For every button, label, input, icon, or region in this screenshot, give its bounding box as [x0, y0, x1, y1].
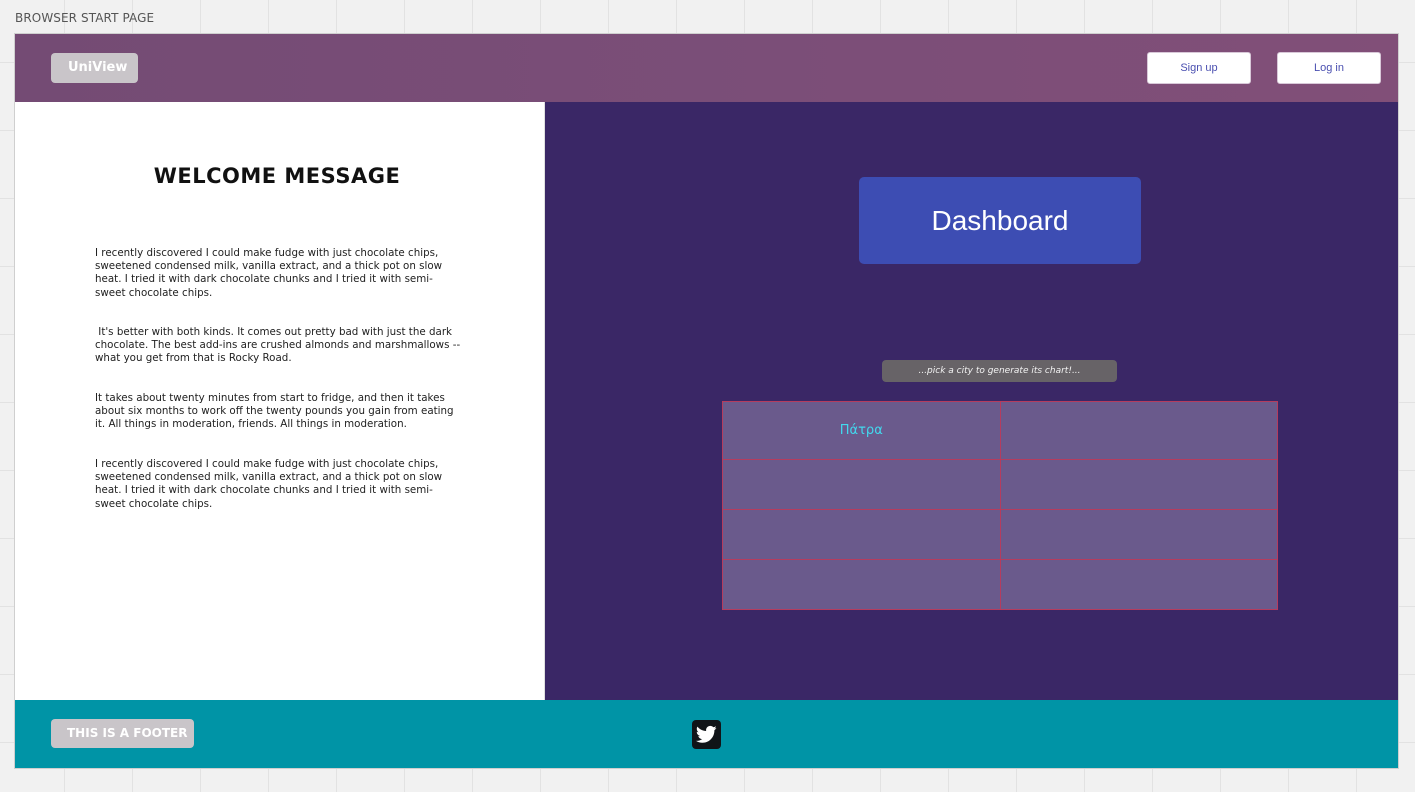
login-button[interactable]: Log in [1277, 52, 1381, 84]
city-cell[interactable] [999, 459, 1279, 510]
dashboard-panel: Dashboard ...pick a city to generate its… [545, 102, 1398, 700]
dashboard-button[interactable]: Dashboard [859, 177, 1141, 264]
city-cell[interactable]: Πάτρα [722, 401, 1001, 460]
footer-bar: THIS IS A FOOTER [15, 700, 1398, 768]
city-cell[interactable] [722, 509, 1001, 560]
welcome-paragraph: I recently discovered I could make fudge… [95, 458, 443, 510]
city-cell[interactable] [999, 509, 1279, 560]
signup-button[interactable]: Sign up [1147, 52, 1251, 84]
welcome-paragraph: It's better with both kinds. It comes ou… [95, 326, 464, 365]
twitter-icon[interactable] [692, 720, 721, 749]
footer-label: THIS IS A FOOTER [51, 719, 194, 748]
city-table: Πάτρα [722, 401, 1279, 610]
welcome-title: WELCOME MESSAGE [153, 164, 401, 188]
table-row: Πάτρα [722, 401, 1279, 460]
welcome-paragraph: It takes about twenty minutes from start… [95, 392, 454, 431]
browser-start-page: UniView Sign up Log in WELCOME MESSAGE I… [14, 33, 1399, 769]
welcome-paragraph: I recently discovered I could make fudge… [95, 247, 443, 299]
header-bar: UniView Sign up Log in [15, 34, 1398, 102]
city-cell[interactable] [999, 401, 1279, 460]
table-row [722, 559, 1279, 610]
city-cell[interactable] [722, 559, 1001, 610]
table-row [722, 459, 1279, 510]
uniview-logo-button[interactable]: UniView [51, 53, 138, 83]
city-cell[interactable] [722, 459, 1001, 510]
frame-title: BROWSER START PAGE [15, 11, 155, 25]
table-row [722, 509, 1279, 560]
city-hint-label: ...pick a city to generate its chart!... [882, 360, 1117, 382]
twitter-bird-icon [696, 725, 717, 743]
welcome-panel: WELCOME MESSAGE I recently discovered I … [15, 102, 545, 700]
city-cell[interactable] [999, 559, 1279, 610]
